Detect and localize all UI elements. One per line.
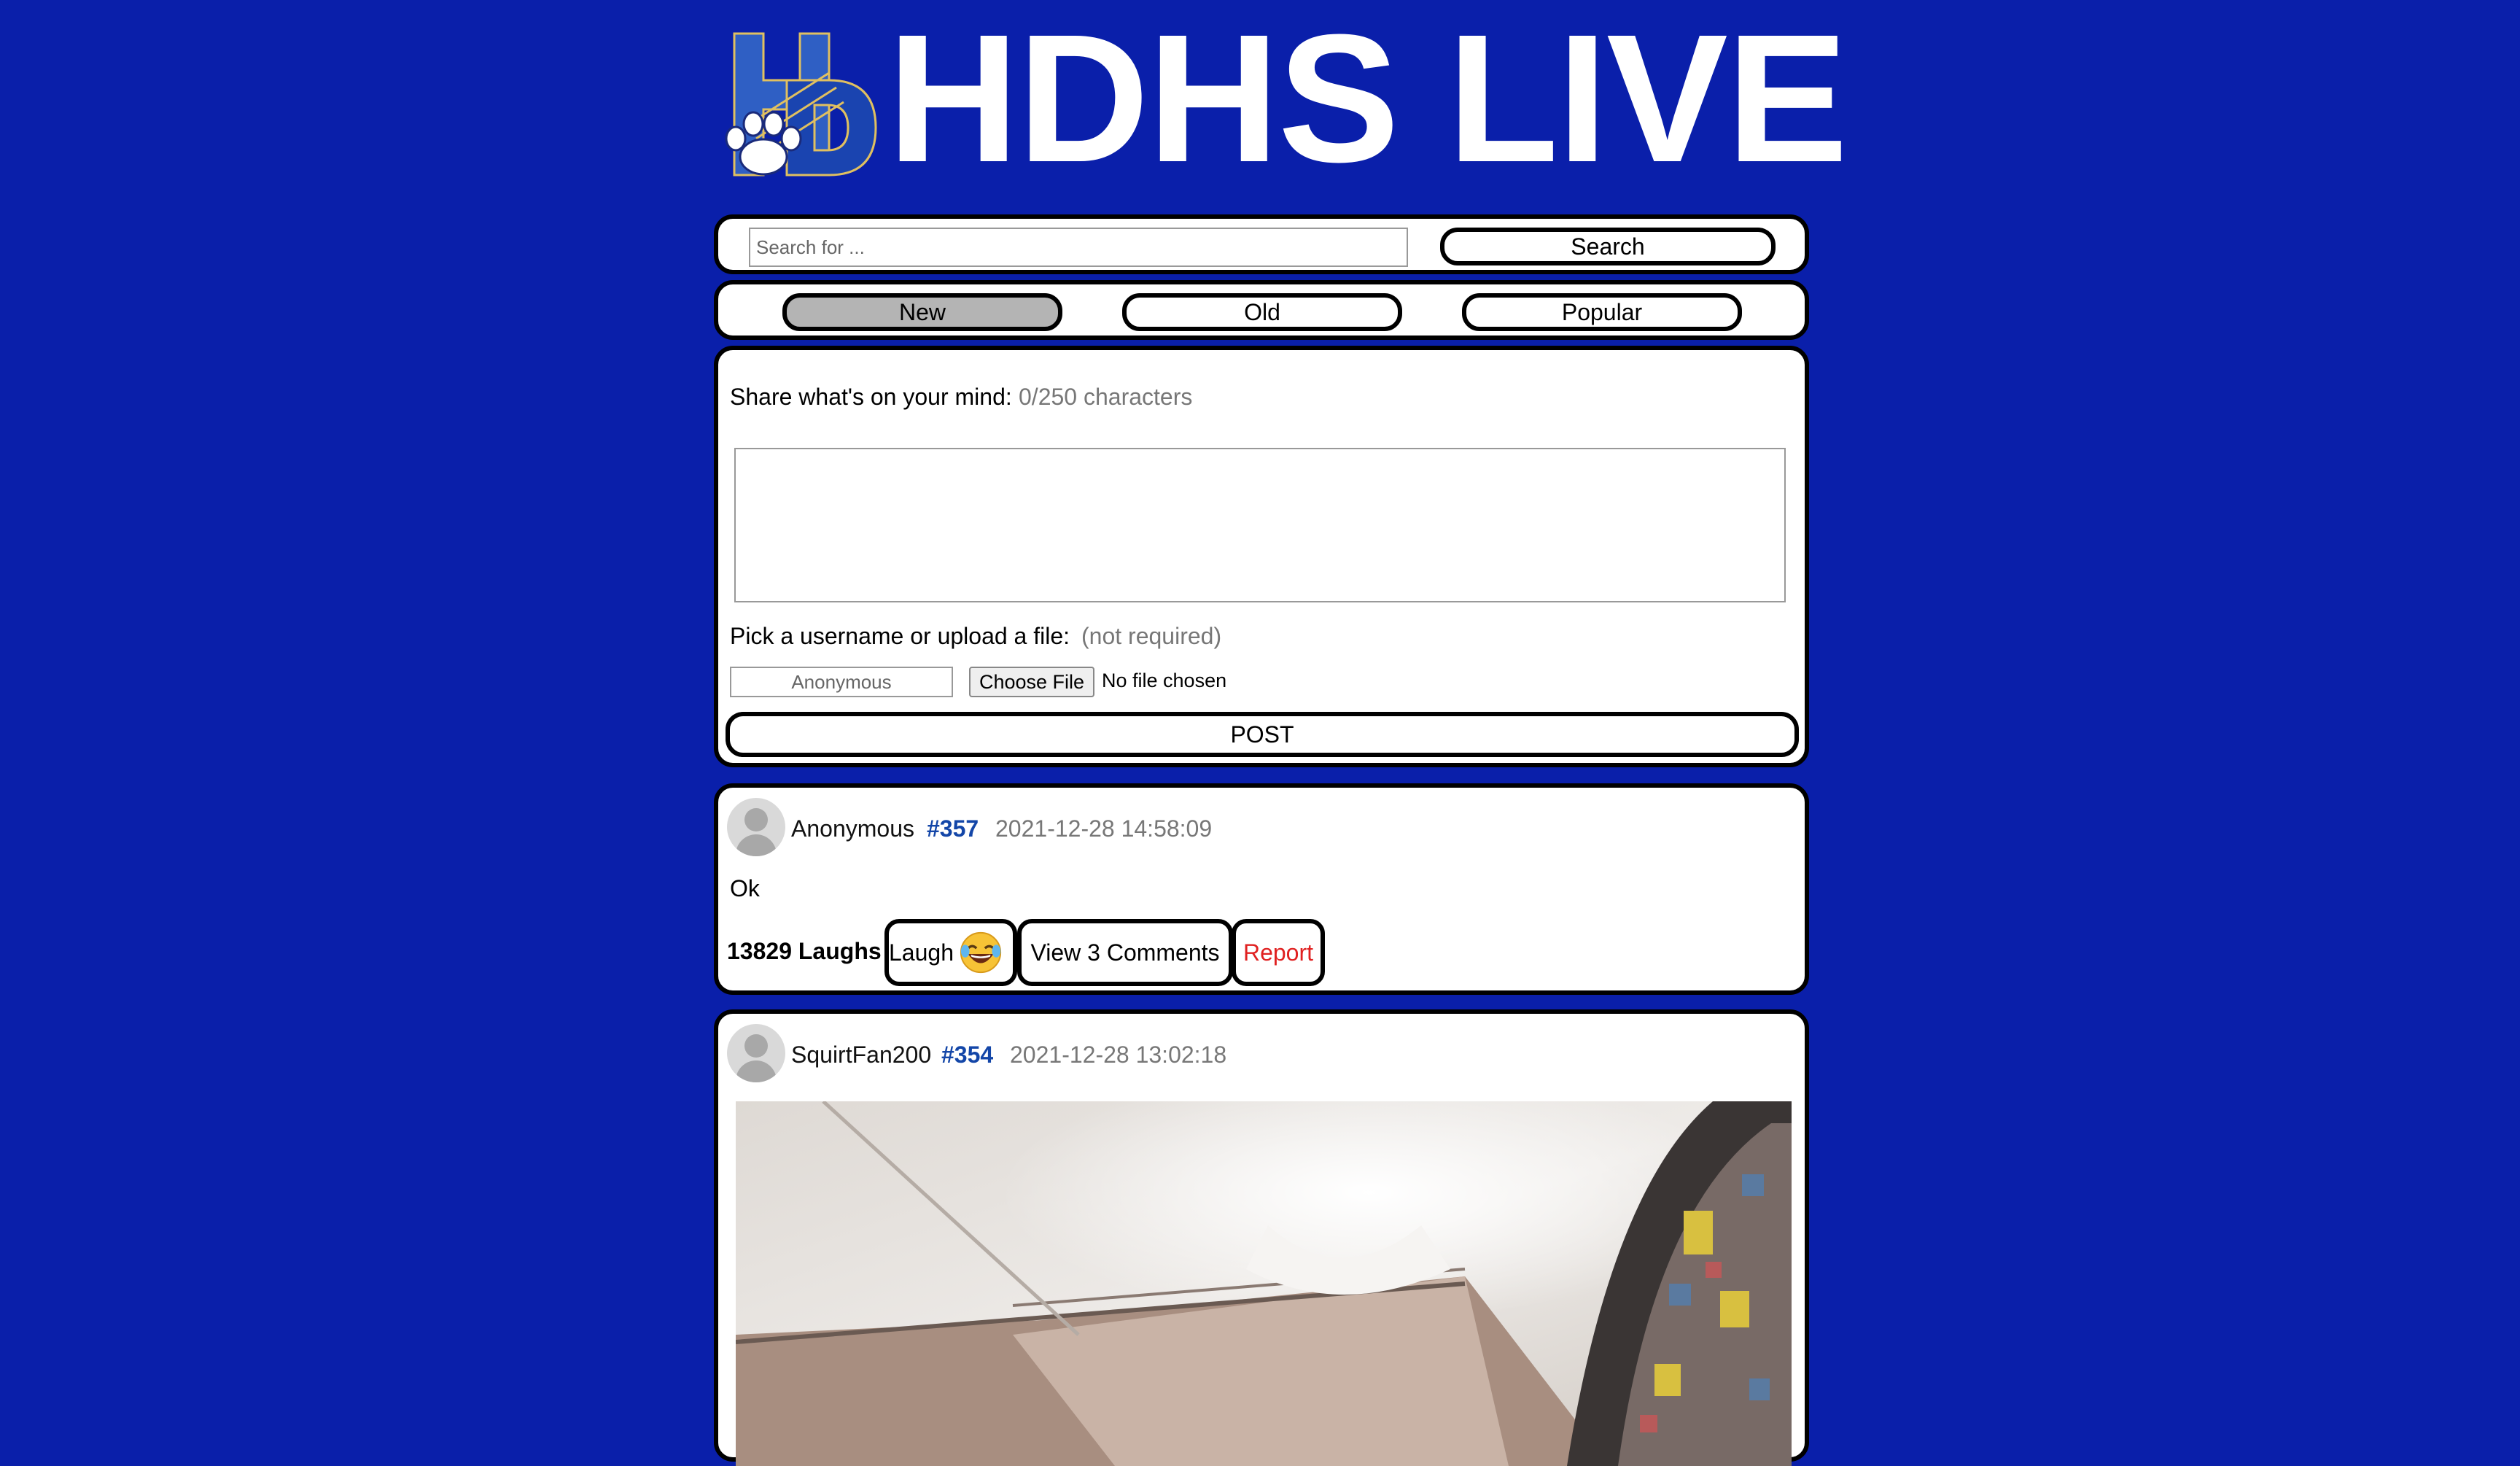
post-card: SquirtFan200 #354 2021-12-28 13:02:18 <box>714 1009 1809 1466</box>
choose-file-button[interactable]: Choose File <box>969 667 1094 697</box>
site-title: HDHS LIVE <box>887 0 1848 200</box>
laugh-button[interactable]: Laugh <box>884 919 1017 986</box>
hdhs-logo-icon[interactable] <box>720 29 879 178</box>
sort-tabs: New Old Popular <box>714 280 1809 340</box>
tab-popular[interactable]: Popular <box>1462 293 1742 331</box>
tab-new[interactable]: New <box>782 293 1062 331</box>
post-photo[interactable] <box>736 1101 1792 1466</box>
optional-note: (not required) <box>1081 623 1222 649</box>
search-button[interactable]: Search <box>1440 228 1776 265</box>
post-composer: Share what's on your mind: 0/250 charact… <box>714 346 1809 767</box>
character-count: 0/250 characters <box>1019 384 1193 410</box>
post-body: Ok <box>730 875 760 901</box>
post-card: Anonymous #357 2021-12-28 14:58:09 Ok 13… <box>714 783 1809 995</box>
default-avatar-icon <box>727 798 785 856</box>
search-bar: Search for ... Search <box>714 214 1809 274</box>
post-timestamp: 2021-12-28 14:58:09 <box>995 815 1213 842</box>
post-timestamp: 2021-12-28 13:02:18 <box>1010 1042 1227 1068</box>
post-number[interactable]: #354 <box>941 1042 993 1069</box>
post-username[interactable]: SquirtFan200 <box>791 1042 931 1069</box>
post-textarea[interactable] <box>734 448 1786 602</box>
laughing-emoji-icon <box>960 931 1002 974</box>
composer-prompt-label: Share what's on your mind: <box>730 384 1012 410</box>
site-header: HDHS LIVE <box>714 0 1848 209</box>
default-avatar-icon <box>727 1024 785 1082</box>
view-comments-button[interactable]: View 3 Comments <box>1017 919 1233 986</box>
username-label: Pick a username or upload a file: <box>730 623 1070 649</box>
post-number[interactable]: #357 <box>927 815 979 842</box>
laugh-count: 13829 Laughs <box>727 938 882 964</box>
file-status: No file chosen <box>1102 670 1227 691</box>
post-username[interactable]: Anonymous <box>791 815 914 842</box>
tab-old[interactable]: Old <box>1122 293 1402 331</box>
page-container: HDHS LIVE Search for ... Search New Old … <box>714 0 1848 1466</box>
laugh-button-label: Laugh <box>889 939 954 966</box>
post-button[interactable]: POST <box>726 712 1799 757</box>
report-button[interactable]: Report <box>1232 919 1325 986</box>
search-input[interactable]: Search for ... <box>749 228 1408 267</box>
username-input[interactable]: Anonymous <box>730 667 953 697</box>
